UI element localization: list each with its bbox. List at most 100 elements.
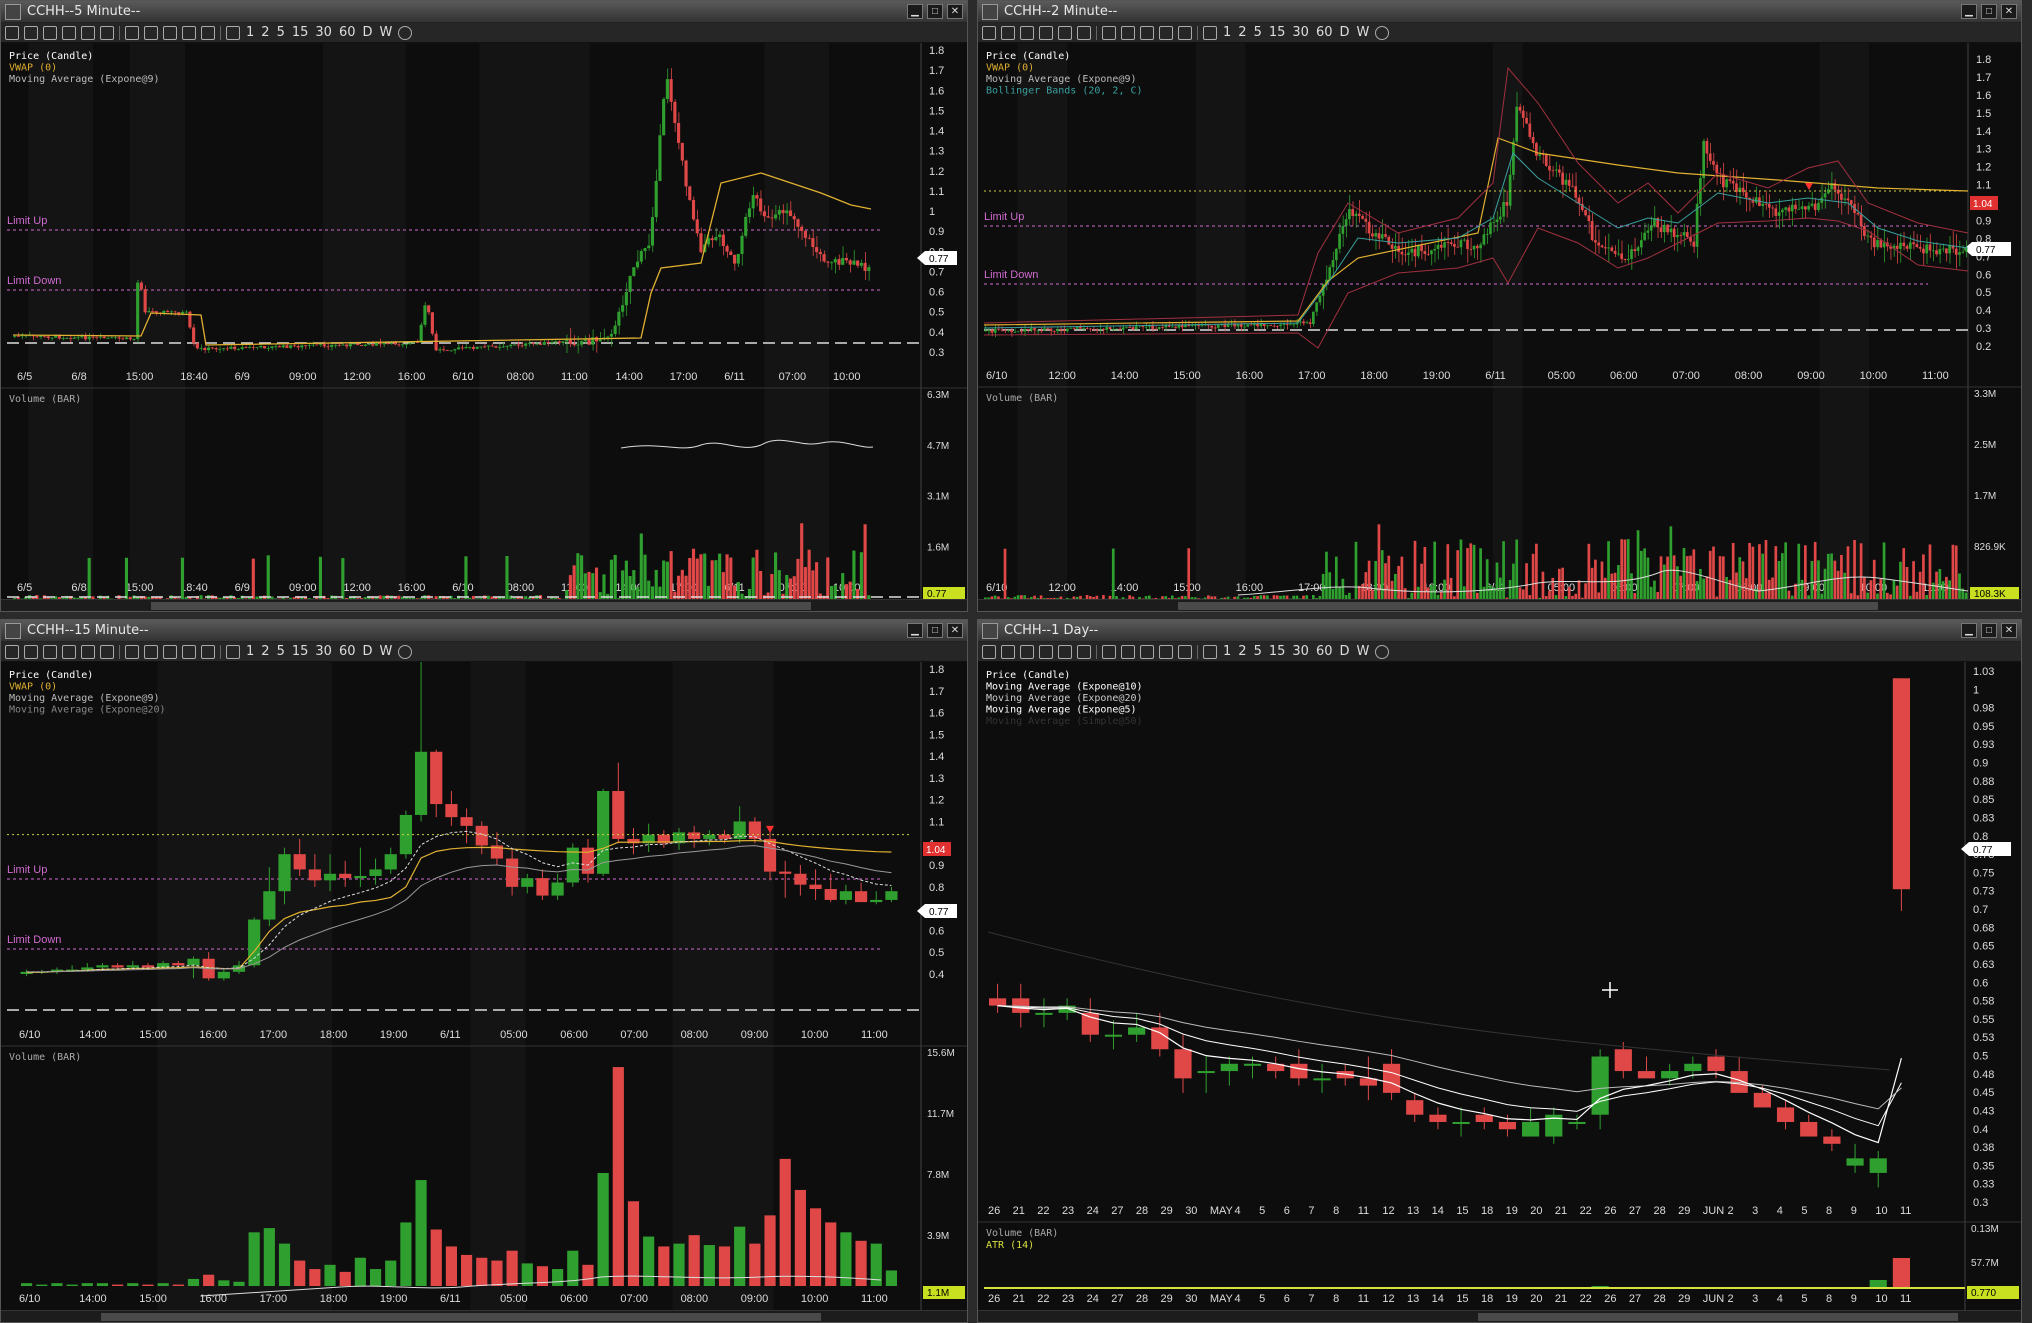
- clock-icon[interactable]: [226, 25, 240, 40]
- grid-icon[interactable]: [100, 644, 114, 659]
- minimize-button[interactable]: ▁: [907, 4, 923, 19]
- interval-button-30[interactable]: 30: [1291, 25, 1310, 40]
- horizontal-scrollbar[interactable]: [1, 599, 967, 611]
- cursor-icon[interactable]: [144, 644, 158, 659]
- chart-canvas[interactable]: Price (Candle)VWAP (0)Moving Average (Ex…: [978, 43, 2022, 612]
- chart-window-2min[interactable]: CCHH--2 Minute-- ▁ □ ✕ 1 2 5 15 30 60 D W Price (…: [977, 0, 2022, 612]
- plus-icon[interactable]: [1159, 644, 1173, 659]
- layout-icon[interactable]: [1039, 25, 1053, 40]
- interval-button-60[interactable]: 60: [1315, 644, 1334, 659]
- close-button[interactable]: ✕: [947, 623, 963, 638]
- horizontal-scrollbar[interactable]: [1, 1310, 967, 1322]
- pause-icon[interactable]: [81, 25, 95, 40]
- chart-window-15min[interactable]: CCHH--15 Minute-- ▁ □ ✕ 1 2 5 15 30 60 D W Price …: [0, 619, 968, 1323]
- minimize-button[interactable]: ▁: [1961, 4, 1977, 19]
- interval-button-1[interactable]: 1: [245, 644, 255, 659]
- cursor-icon[interactable]: [1121, 25, 1135, 40]
- pencil-icon[interactable]: [201, 644, 215, 659]
- cancel-icon[interactable]: [398, 25, 413, 40]
- interval-button-d[interactable]: D: [361, 644, 373, 659]
- maximize-button[interactable]: □: [1981, 623, 1997, 638]
- grid-icon[interactable]: [1077, 25, 1091, 40]
- layout-icon[interactable]: [62, 25, 76, 40]
- interval-button-60[interactable]: 60: [1315, 25, 1334, 40]
- chart-window-1day[interactable]: CCHH--1 Day-- ▁ □ ✕ 1 2 5 15 30 60 D W Price (Can…: [977, 619, 2022, 1323]
- window-titlebar[interactable]: CCHH--2 Minute-- ▁ □ ✕: [978, 1, 2021, 23]
- horizontal-scrollbar[interactable]: [978, 599, 2021, 611]
- maximize-button[interactable]: □: [927, 4, 943, 19]
- close-button[interactable]: ✕: [2001, 4, 2017, 19]
- minimize-button[interactable]: ▁: [1961, 623, 1977, 638]
- clock-icon[interactable]: [1203, 25, 1217, 40]
- window-titlebar[interactable]: CCHH--5 Minute-- ▁ □ ✕: [1, 1, 967, 23]
- interval-button-w[interactable]: W: [379, 25, 394, 40]
- interval-button-2[interactable]: 2: [260, 644, 270, 659]
- drawing-icon[interactable]: [24, 25, 38, 40]
- layout-icon[interactable]: [62, 644, 76, 659]
- cancel-icon[interactable]: [1375, 644, 1390, 659]
- interval-button-30[interactable]: 30: [314, 25, 333, 40]
- template-icon[interactable]: [43, 644, 57, 659]
- chart-canvas[interactable]: Price (Candle)VWAP (0)Moving Average (Ex…: [1, 43, 968, 612]
- interval-button-5[interactable]: 5: [1253, 644, 1263, 659]
- cancel-icon[interactable]: [398, 644, 413, 659]
- interval-button-5[interactable]: 5: [1253, 25, 1263, 40]
- crosshair-icon[interactable]: [1102, 644, 1116, 659]
- window-titlebar[interactable]: CCHH--1 Day-- ▁ □ ✕: [978, 620, 2021, 642]
- interval-button-15[interactable]: 15: [1268, 644, 1287, 659]
- interval-button-5[interactable]: 5: [276, 25, 286, 40]
- interval-button-w[interactable]: W: [1356, 25, 1371, 40]
- cursor-icon[interactable]: [1121, 644, 1135, 659]
- interval-button-2[interactable]: 2: [1237, 644, 1247, 659]
- interval-button-15[interactable]: 15: [291, 25, 310, 40]
- pencil-icon[interactable]: [201, 25, 215, 40]
- cancel-icon[interactable]: [1375, 25, 1390, 40]
- interval-button-5[interactable]: 5: [276, 644, 286, 659]
- horizontal-scrollbar[interactable]: [978, 1310, 2021, 1322]
- pause-icon[interactable]: [1058, 25, 1072, 40]
- interval-button-15[interactable]: 15: [291, 644, 310, 659]
- hand-icon[interactable]: [163, 25, 177, 40]
- clock-icon[interactable]: [226, 644, 240, 659]
- chart-window-5min[interactable]: CCHH--5 Minute-- ▁ □ ✕ 1 2 5 15 30 60 D W Price (…: [0, 0, 968, 612]
- clock-icon[interactable]: [1203, 644, 1217, 659]
- crosshair-icon[interactable]: [125, 25, 139, 40]
- pencil-icon[interactable]: [1178, 25, 1192, 40]
- drawing-icon[interactable]: [1001, 644, 1015, 659]
- interval-button-15[interactable]: 15: [1268, 25, 1287, 40]
- maximize-button[interactable]: □: [927, 623, 943, 638]
- crosshair-icon[interactable]: [1102, 25, 1116, 40]
- interval-button-1[interactable]: 1: [1222, 25, 1232, 40]
- pause-icon[interactable]: [81, 644, 95, 659]
- interval-button-d[interactable]: D: [1338, 25, 1350, 40]
- minimize-button[interactable]: ▁: [907, 623, 923, 638]
- chart-canvas[interactable]: Price (Candle)Moving Average (Expone@10)…: [978, 662, 2022, 1323]
- hand-icon[interactable]: [1140, 25, 1154, 40]
- close-button[interactable]: ✕: [947, 4, 963, 19]
- drawing-icon[interactable]: [1001, 25, 1015, 40]
- interval-button-d[interactable]: D: [361, 25, 373, 40]
- interval-button-w[interactable]: W: [1356, 644, 1371, 659]
- interval-button-d[interactable]: D: [1338, 644, 1350, 659]
- maximize-button[interactable]: □: [1981, 4, 1997, 19]
- chart-type-icon[interactable]: [5, 644, 19, 659]
- template-icon[interactable]: [43, 25, 57, 40]
- plus-icon[interactable]: [182, 644, 196, 659]
- plus-icon[interactable]: [182, 25, 196, 40]
- window-titlebar[interactable]: CCHH--15 Minute-- ▁ □ ✕: [1, 620, 967, 642]
- template-icon[interactable]: [1020, 25, 1034, 40]
- chart-canvas[interactable]: Price (Candle)VWAP (0)Moving Average (Ex…: [1, 662, 968, 1323]
- interval-button-w[interactable]: W: [379, 644, 394, 659]
- interval-button-2[interactable]: 2: [260, 25, 270, 40]
- template-icon[interactable]: [1020, 644, 1034, 659]
- interval-button-30[interactable]: 30: [1291, 644, 1310, 659]
- grid-icon[interactable]: [1077, 644, 1091, 659]
- drawing-icon[interactable]: [24, 644, 38, 659]
- close-button[interactable]: ✕: [2001, 623, 2017, 638]
- scroll-thumb[interactable]: [1178, 602, 1878, 610]
- crosshair-icon[interactable]: [125, 644, 139, 659]
- cursor-icon[interactable]: [144, 25, 158, 40]
- interval-button-60[interactable]: 60: [338, 644, 357, 659]
- layout-icon[interactable]: [1039, 644, 1053, 659]
- interval-button-1[interactable]: 1: [245, 25, 255, 40]
